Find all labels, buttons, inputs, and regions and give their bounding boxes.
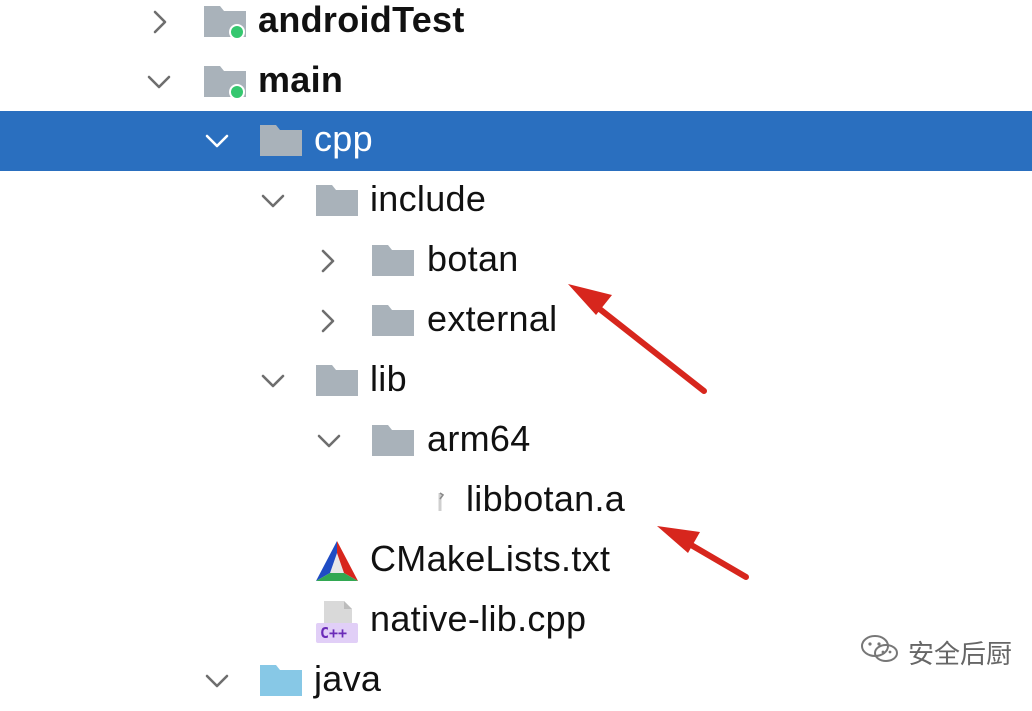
- project-tree: androidTest main cpp include botan exter…: [0, 0, 1032, 699]
- cmake-icon: [314, 539, 360, 581]
- tree-item-cpp[interactable]: cpp: [0, 111, 1032, 171]
- chevron-right-icon[interactable]: [314, 248, 340, 274]
- chevron-right-icon[interactable]: [146, 9, 172, 35]
- watermark: 安全后厨: [860, 633, 1012, 672]
- tree-item-arm64[interactable]: arm64: [0, 411, 1032, 471]
- module-folder-icon: [202, 61, 248, 101]
- folder-icon: [370, 420, 416, 460]
- chevron-down-icon[interactable]: [204, 668, 230, 694]
- chevron-down-icon[interactable]: [260, 368, 286, 394]
- tree-item-label: CMakeLists.txt: [370, 538, 611, 579]
- tree-item-external[interactable]: external: [0, 291, 1032, 351]
- cpp-file-icon: C++: [314, 597, 360, 643]
- wechat-icon: [860, 633, 900, 672]
- tree-item-label: arm64: [427, 418, 531, 459]
- watermark-text: 安全后厨: [907, 640, 1012, 670]
- tree-item-label: botan: [427, 238, 519, 279]
- tree-item-label: native-lib.cpp: [370, 598, 587, 639]
- tree-item-include[interactable]: include: [0, 171, 1032, 231]
- tree-item-label: libbotan.a: [466, 478, 626, 519]
- tree-item-label: java: [314, 658, 382, 699]
- tree-item-androidtest[interactable]: androidTest: [0, 0, 1032, 52]
- tree-item-label: lib: [370, 358, 407, 399]
- module-folder-icon: [202, 1, 248, 41]
- folder-icon: [314, 180, 360, 220]
- tree-item-botan[interactable]: botan: [0, 231, 1032, 291]
- chevron-down-icon[interactable]: [146, 69, 172, 95]
- chevron-down-icon[interactable]: [316, 428, 342, 454]
- tree-item-label: androidTest: [258, 0, 465, 40]
- tree-item-label: main: [258, 59, 344, 100]
- chevron-down-icon[interactable]: [260, 188, 286, 214]
- folder-icon: [370, 300, 416, 340]
- cpp-badge: C++: [320, 624, 348, 642]
- chevron-down-icon[interactable]: [204, 128, 230, 154]
- tree-item-lib[interactable]: lib: [0, 351, 1032, 411]
- tree-item-label: external: [427, 298, 558, 339]
- tree-item-libbotan[interactable]: libbotan.a: [0, 471, 1032, 531]
- source-folder-icon: [258, 660, 304, 700]
- archive-file-icon: [424, 480, 470, 520]
- tree-item-cmakelists[interactable]: CMakeLists.txt: [0, 531, 1032, 591]
- folder-icon: [370, 240, 416, 280]
- tree-item-label: include: [370, 178, 487, 219]
- tree-item-main[interactable]: main: [0, 52, 1032, 112]
- folder-icon: [314, 360, 360, 400]
- chevron-right-icon[interactable]: [314, 308, 340, 334]
- folder-icon: [258, 120, 304, 160]
- tree-item-label: cpp: [314, 118, 373, 159]
